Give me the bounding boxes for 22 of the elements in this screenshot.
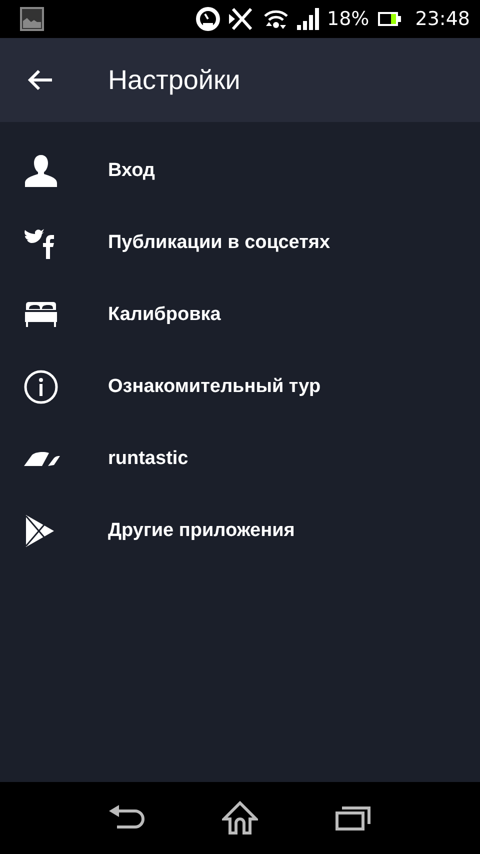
signal-icon [297, 8, 319, 30]
picture-icon [20, 7, 44, 31]
menu-item[interactable]: Вход [108, 160, 155, 182]
play-icon [24, 515, 54, 547]
gauge-icon [195, 6, 221, 32]
bed-icon [24, 302, 58, 328]
person-icon [24, 155, 58, 187]
menu-item[interactable]: Другие приложения [108, 520, 295, 542]
runtastic-icon [24, 452, 60, 466]
clock-time: 23:48 [415, 8, 470, 30]
battery-icon [377, 11, 402, 27]
page-title: Настройки [108, 64, 240, 96]
info-icon [24, 370, 58, 404]
recent-apps-button[interactable] [335, 805, 372, 831]
battery-percent: 18% [327, 8, 370, 30]
home-nav-button[interactable] [222, 801, 258, 835]
menu-item[interactable]: runtastic [108, 448, 188, 470]
bluetooth-off-icon [229, 6, 255, 32]
menu-item[interactable]: Публикации в соцсетях [108, 232, 330, 254]
back-button[interactable] [27, 69, 53, 91]
menu-item[interactable]: Ознакомительный тур [108, 376, 321, 398]
menu-item[interactable]: Калибровка [108, 304, 221, 326]
